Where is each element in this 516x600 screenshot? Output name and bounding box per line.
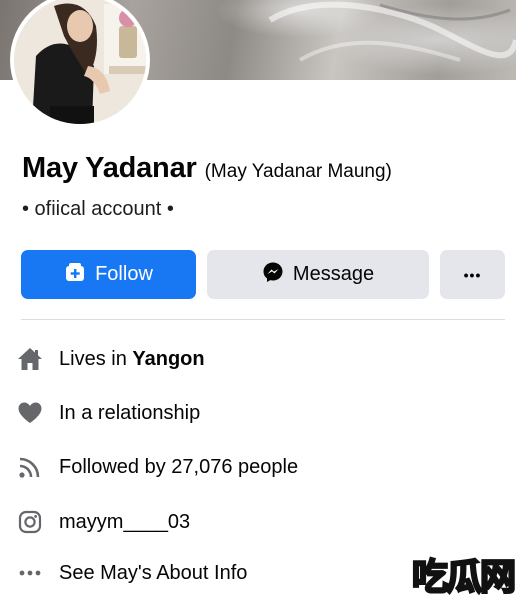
site-watermark: 吃瓜网 (411, 555, 516, 600)
avatar-illustration (14, 0, 146, 124)
relationship-text: In a relationship (59, 401, 201, 424)
more-dots-icon: ••• (463, 266, 482, 283)
messenger-icon (262, 261, 284, 289)
lives-in-city[interactable]: Yangon (132, 348, 204, 371)
action-buttons: Follow Message ••• (21, 250, 505, 299)
message-button[interactable]: Message (207, 250, 429, 299)
profile-name-row: May Yadanar (May Yadanar Maung) (22, 152, 392, 185)
section-divider (21, 319, 505, 320)
instagram-icon (16, 508, 44, 536)
lives-in-prefix: Lives in (59, 347, 133, 370)
follow-plus-icon (64, 261, 86, 289)
instagram-handle[interactable]: mayym____03 (59, 511, 190, 534)
avatar-photo (14, 0, 146, 124)
rss-followers-icon (16, 453, 44, 481)
follow-button[interactable]: Follow (21, 250, 196, 299)
more-dots-icon (16, 559, 44, 587)
followers-text[interactable]: Followed by 27,076 people (59, 456, 298, 479)
about-lives-in: Lives in Yangon (16, 344, 205, 374)
profile-name: May Yadanar (22, 152, 197, 184)
profile-avatar[interactable] (10, 0, 150, 128)
see-about-info-link[interactable]: See May's About Info (59, 562, 247, 585)
message-label: Message (292, 263, 375, 285)
cover-swirl-graphic (268, 1, 516, 62)
more-options-button[interactable]: ••• (440, 250, 505, 299)
about-see-more[interactable]: See May's About Info (16, 558, 247, 588)
about-followers: Followed by 27,076 people (16, 452, 298, 482)
home-icon (16, 345, 44, 373)
heart-icon (16, 399, 44, 427)
profile-subtitle: • ofiical account • (22, 198, 174, 220)
about-instagram: mayym____03 (16, 507, 190, 537)
follow-label: Follow (95, 263, 153, 285)
about-relationship: In a relationship (16, 398, 200, 428)
profile-alternate-name: (May Yadanar Maung) (204, 161, 392, 182)
